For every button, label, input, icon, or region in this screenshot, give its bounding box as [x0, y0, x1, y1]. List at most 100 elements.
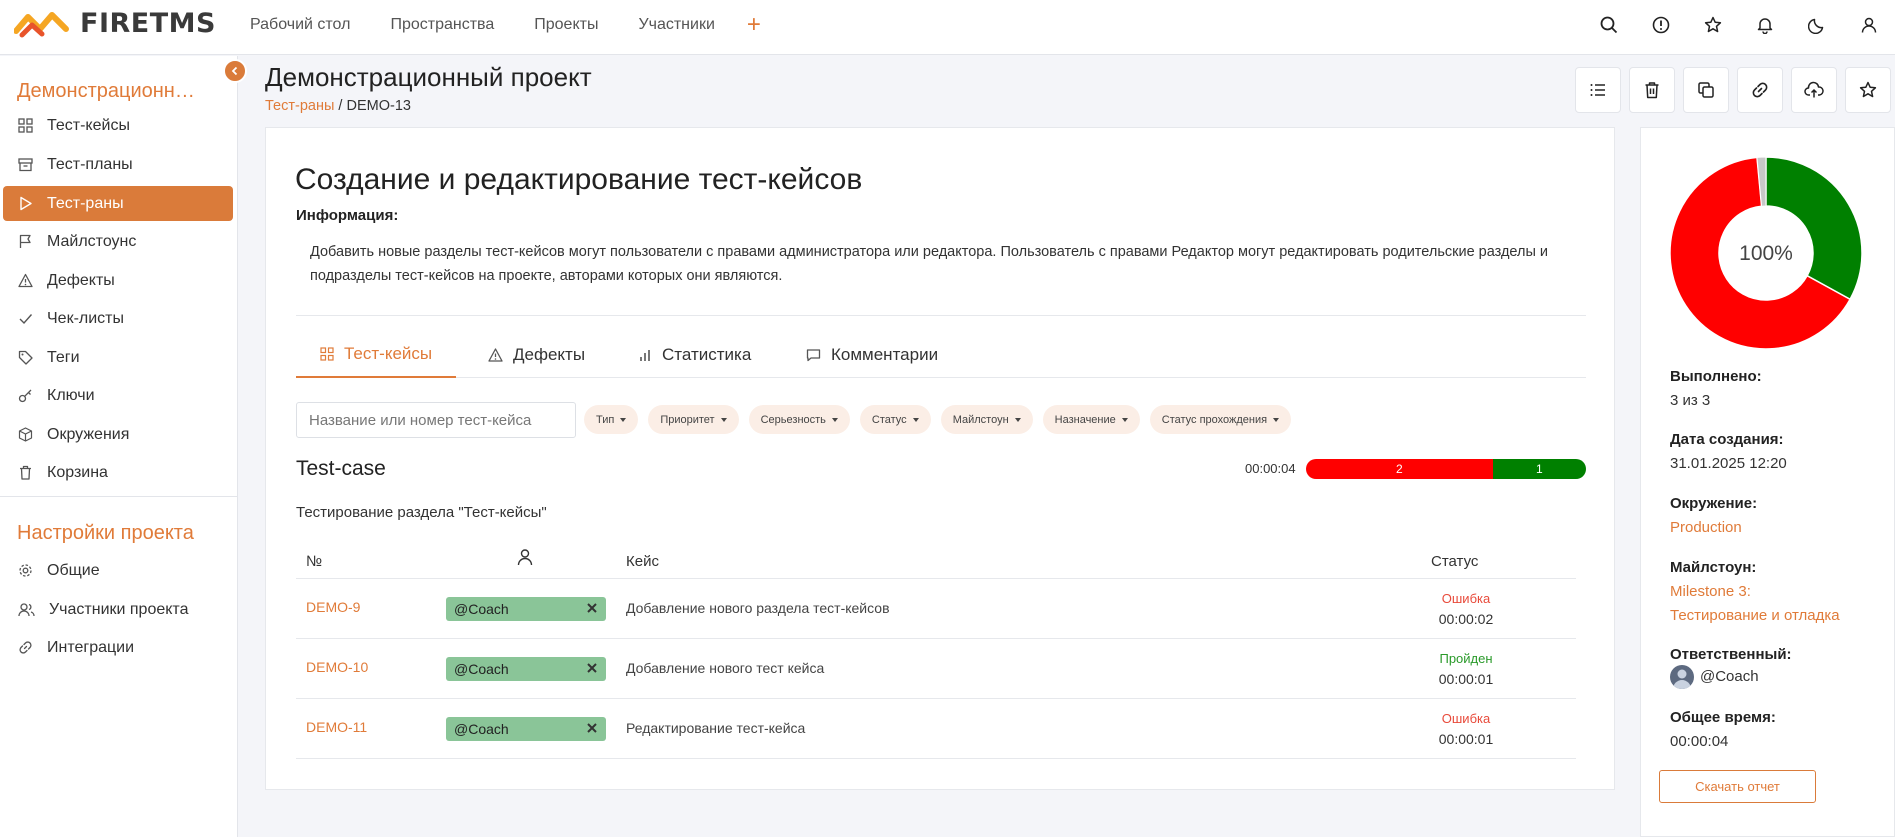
- assignee-chip[interactable]: @Coach: [446, 717, 606, 741]
- table-row[interactable]: DEMO-10 @Coach Добавление нового тест ке…: [296, 638, 1576, 698]
- filter-priority[interactable]: Приоритет: [648, 405, 739, 434]
- close-icon[interactable]: [586, 662, 598, 674]
- copy-button[interactable]: [1683, 67, 1729, 113]
- nav-members[interactable]: Участники: [638, 16, 714, 34]
- sidebar-item-keys[interactable]: Ключи: [3, 378, 233, 413]
- download-report-button[interactable]: Скачать отчет: [1659, 770, 1816, 803]
- assignee-name: @Coach: [454, 721, 509, 737]
- tab-test-cases[interactable]: Тест-кейсы: [296, 332, 457, 378]
- donut-center-label: 100%: [1739, 242, 1793, 265]
- close-icon[interactable]: [586, 602, 598, 614]
- breadcrumb-link-test-runs[interactable]: Тест-раны: [265, 98, 334, 114]
- assignee-chip[interactable]: @Coach: [446, 657, 606, 681]
- sidebar-item-project-members[interactable]: Участники проекта: [3, 592, 233, 627]
- filter-severity[interactable]: Серьезность: [748, 405, 850, 434]
- cloud-upload-icon: [1804, 81, 1824, 98]
- play-icon: [20, 196, 32, 211]
- page-title: Демонстрационный проект: [265, 62, 592, 92]
- tab-label: Дефекты: [513, 345, 586, 364]
- sidebar-item-test-runs[interactable]: Тест-раны: [3, 186, 233, 221]
- nav-dashboard[interactable]: Рабочий стол: [250, 16, 350, 34]
- status-badge: Ошибка: [1441, 711, 1491, 726]
- search-input[interactable]: [296, 402, 576, 438]
- sidebar-item-label: Майлстоунс: [47, 232, 137, 250]
- status-badge: Ошибка: [1441, 591, 1491, 606]
- filter-status[interactable]: Статус: [859, 405, 931, 434]
- status-progress-bar: 2 1: [1306, 459, 1586, 479]
- upload-button[interactable]: [1791, 67, 1837, 113]
- sidebar-collapse-button[interactable]: [223, 59, 247, 83]
- table-row[interactable]: DEMO-9 @Coach Добавление нового раздела …: [296, 578, 1576, 638]
- case-id-link[interactable]: DEMO-9: [306, 599, 360, 615]
- filter-milestone[interactable]: Майлстоун: [940, 405, 1033, 434]
- logo-flame-icon: [14, 11, 69, 37]
- trash-icon: [20, 465, 31, 480]
- star-icon[interactable]: [1687, 16, 1739, 34]
- case-id-link[interactable]: DEMO-10: [306, 659, 368, 675]
- sidebar-item-tags[interactable]: Теги: [3, 340, 233, 375]
- sidebar-item-checklists[interactable]: Чек-листы: [3, 301, 233, 336]
- tab-statistics[interactable]: Статистика: [614, 332, 775, 378]
- sidebar-item-label: Интеграции: [47, 638, 135, 656]
- bar-chart-icon: [640, 350, 650, 361]
- tab-defects[interactable]: Дефекты: [464, 332, 609, 378]
- search-icon[interactable]: [1583, 16, 1635, 34]
- user-icon[interactable]: [1843, 16, 1895, 34]
- filter-run-status[interactable]: Статус прохождения: [1149, 405, 1292, 434]
- total-time-value: 00:00:04: [1670, 733, 1729, 750]
- tab-comments[interactable]: Комментарии: [782, 332, 962, 378]
- grid-icon: [320, 347, 334, 361]
- filter-type[interactable]: Тип: [584, 405, 639, 434]
- info-text: Добавить новые разделы тест-кейсов могут…: [310, 244, 1549, 284]
- progress-failed-segment: 2: [1306, 459, 1493, 479]
- environment-label: Окружение:: [1670, 495, 1758, 512]
- sidebar-item-environments[interactable]: Окружения: [3, 417, 233, 452]
- sidebar-item-general[interactable]: Общие: [3, 553, 233, 588]
- caret-down-icon: [831, 417, 838, 422]
- warning-icon: [18, 273, 33, 288]
- owner-value: @Coach: [1670, 665, 1759, 690]
- info-label: Информация:: [296, 207, 399, 224]
- nav-spaces[interactable]: Пространства: [390, 16, 494, 34]
- filter-assignment[interactable]: Назначение: [1042, 405, 1140, 434]
- link-icon: [1752, 82, 1768, 98]
- sidebar-item-test-cases[interactable]: Тест-кейсы: [3, 108, 233, 143]
- bell-icon[interactable]: [1739, 16, 1791, 34]
- column-number: №: [306, 553, 323, 570]
- owner-name: @Coach: [1700, 668, 1759, 685]
- list-button[interactable]: [1575, 67, 1621, 113]
- created-label: Дата создания:: [1670, 431, 1784, 448]
- top-nav: Рабочий стол Пространства Проекты Участн…: [250, 0, 801, 50]
- favorite-button[interactable]: [1845, 67, 1891, 113]
- tag-icon: [18, 350, 33, 365]
- sidebar-item-trash[interactable]: Корзина: [3, 455, 233, 490]
- moon-icon[interactable]: [1791, 16, 1843, 34]
- avatar: [1670, 665, 1694, 690]
- sidebar-item-integrations[interactable]: Интеграции: [3, 630, 233, 665]
- case-id-link[interactable]: DEMO-11: [306, 719, 367, 735]
- logo[interactable]: FIRETMS: [14, 8, 216, 39]
- milestone-value-line1[interactable]: Milestone 3:: [1670, 580, 1751, 604]
- tab-label: Статистика: [662, 345, 752, 364]
- gear-icon: [19, 564, 32, 577]
- close-icon[interactable]: [586, 722, 598, 734]
- copy-link-button[interactable]: [1737, 67, 1783, 113]
- sidebar-item-defects[interactable]: Дефекты: [3, 263, 233, 298]
- top-icons: [1583, 0, 1895, 50]
- assignee-chip[interactable]: @Coach: [446, 597, 606, 621]
- sidebar-item-test-plans[interactable]: Тест-планы: [3, 147, 233, 182]
- nav-projects[interactable]: Проекты: [534, 16, 598, 34]
- milestone-value-line2[interactable]: Тестирование и отладка: [1670, 604, 1840, 628]
- assignee-name: @Coach: [454, 661, 509, 677]
- plus-icon[interactable]: +: [747, 11, 761, 39]
- sidebar-item-milestones[interactable]: Майлстоунс: [3, 224, 233, 259]
- table-row[interactable]: DEMO-11 @Coach Редактирование тест-кейса…: [296, 698, 1576, 758]
- sidebar-project-title[interactable]: Демонстрационный проект: [17, 80, 205, 103]
- environment-value[interactable]: Production: [1670, 516, 1742, 540]
- sidebar-item-label: Корзина: [47, 463, 108, 481]
- delete-button[interactable]: [1629, 67, 1675, 113]
- done-value: 3 из 3: [1670, 392, 1711, 409]
- alert-icon[interactable]: [1635, 16, 1687, 34]
- breadcrumb-separator: /: [334, 98, 347, 114]
- sidebar-item-label: Ключи: [47, 386, 95, 404]
